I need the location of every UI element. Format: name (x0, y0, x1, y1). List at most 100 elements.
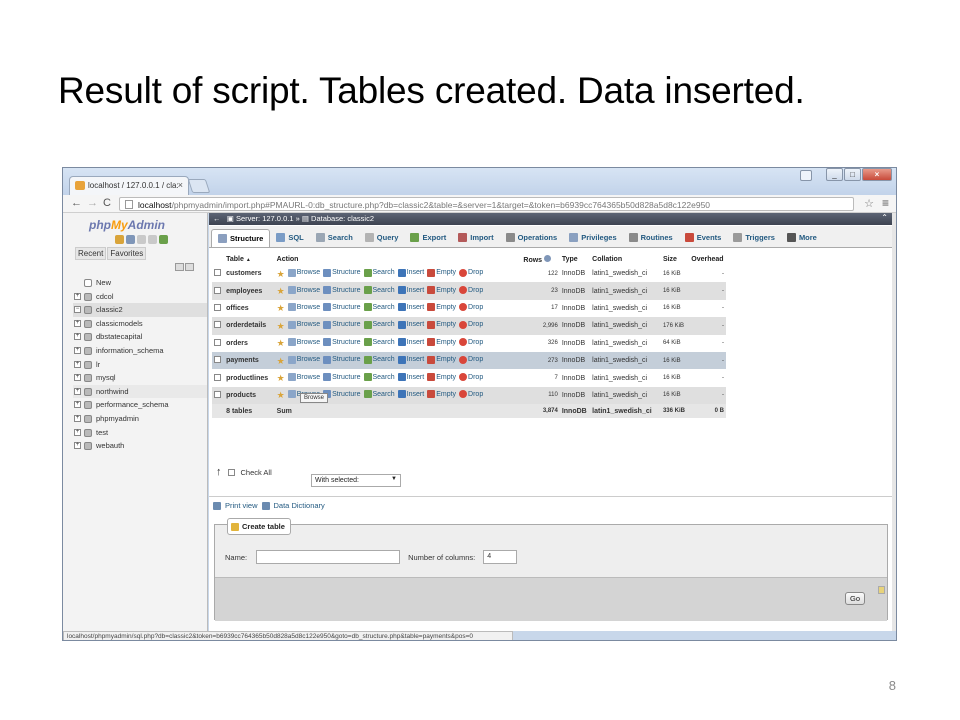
browse-action[interactable]: Browse (287, 303, 320, 312)
structure-action[interactable]: Structure (323, 373, 361, 382)
print-view-link[interactable]: Print view (225, 501, 258, 510)
table-size[interactable]: 64 KiB (660, 334, 690, 352)
search-action[interactable]: Search (363, 355, 395, 364)
database-name[interactable]: classic2 (96, 305, 123, 314)
database-item[interactable]: + cdcol (73, 290, 207, 304)
insert-action[interactable]: Insert (397, 390, 424, 399)
table-size[interactable]: 16 KiB (660, 265, 690, 283)
drop-action[interactable]: Drop (459, 355, 483, 364)
empty-action[interactable]: Empty (427, 303, 456, 312)
search-action[interactable]: Search (363, 320, 395, 329)
structure-action[interactable]: Structure (323, 286, 361, 295)
breadcrumb-server[interactable]: Server: 127.0.0.1 (236, 214, 294, 223)
expand-icon[interactable]: + (74, 401, 81, 409)
logout-icon[interactable] (126, 235, 135, 244)
database-name[interactable]: test (96, 428, 108, 437)
drop-action[interactable]: Drop (459, 373, 483, 382)
check-all-label[interactable]: Check All (241, 468, 272, 477)
favorite-star-icon[interactable]: ★ (277, 339, 285, 348)
expand-icon[interactable]: + (74, 442, 81, 450)
expand-icon[interactable]: + (74, 414, 81, 422)
table-size[interactable]: 16 KiB (660, 369, 690, 387)
tab-routines[interactable]: Routines (623, 229, 679, 247)
drop-action[interactable]: Drop (459, 268, 483, 277)
database-item[interactable]: − classic2 (73, 303, 207, 317)
tab-close-icon[interactable]: × (178, 180, 183, 190)
database-item[interactable]: + dbstatecapital (73, 330, 207, 344)
reload-navigation-icon[interactable] (159, 235, 168, 244)
breadcrumb-database[interactable]: Database: classic2 (311, 214, 374, 223)
database-name[interactable]: performance_schema (96, 400, 169, 409)
tab-structure[interactable]: Structure (211, 229, 271, 247)
number-of-columns-input[interactable]: 4 (483, 550, 518, 564)
database-name[interactable]: mysql (96, 373, 116, 382)
row-checkbox[interactable] (214, 303, 221, 311)
database-item[interactable]: + phpmyadmin (73, 412, 207, 426)
favorites-tab[interactable]: Favorites (107, 247, 147, 260)
table-size[interactable]: 16 KiB (660, 386, 690, 405)
new-tab-button[interactable] (187, 179, 211, 193)
drop-action[interactable]: Drop (459, 320, 483, 329)
empty-action[interactable]: Empty (427, 373, 456, 382)
console-toggle-icon[interactable] (878, 586, 885, 594)
expand-icon[interactable]: + (74, 374, 81, 382)
browse-action[interactable]: Browse (287, 286, 320, 295)
search-action[interactable]: Search (363, 373, 395, 382)
search-action[interactable]: Search (363, 338, 395, 347)
favorite-star-icon[interactable]: ★ (277, 321, 285, 330)
insert-action[interactable]: Insert (397, 268, 424, 277)
favorite-star-icon[interactable]: ★ (277, 287, 285, 296)
tab-query[interactable]: Query (359, 229, 405, 247)
table-name[interactable]: productlines (224, 369, 275, 387)
table-name[interactable]: products (224, 386, 275, 405)
browser-tab[interactable]: localhost / 127.0.0.1 / cla: × (69, 176, 189, 195)
search-action[interactable]: Search (363, 268, 395, 277)
expand-icon[interactable]: + (74, 346, 81, 354)
expand-icon[interactable]: + (74, 292, 81, 300)
home-icon[interactable] (115, 235, 124, 244)
tab-more[interactable]: More (781, 229, 823, 247)
expand-icon[interactable]: + (74, 387, 81, 395)
database-item[interactable]: + classicmodels (73, 317, 207, 331)
arrow-left-icon[interactable]: ← (213, 214, 221, 223)
search-action[interactable]: Search (363, 286, 395, 295)
table-size[interactable]: 16 KiB (660, 299, 690, 318)
table-name[interactable]: employees (224, 282, 275, 300)
database-item[interactable]: + lr (73, 358, 207, 372)
main-scrollbar[interactable] (892, 213, 896, 631)
row-checkbox[interactable] (214, 390, 221, 398)
address-bar[interactable]: localhost/phpmyadmin/import.php#PMAURL-0… (119, 197, 854, 211)
row-checkbox[interactable] (214, 321, 221, 329)
database-item[interactable]: + webauth (73, 439, 207, 453)
database-item[interactable]: + mysql (73, 371, 207, 385)
structure-action[interactable]: Structure (323, 268, 361, 277)
tab-export[interactable]: Export (404, 229, 452, 247)
table-size[interactable]: 16 KiB (660, 351, 690, 370)
database-item[interactable]: + northwind (73, 384, 207, 399)
database-item[interactable]: New (73, 276, 207, 290)
favorite-star-icon[interactable]: ★ (277, 269, 285, 278)
insert-action[interactable]: Insert (397, 355, 424, 364)
empty-action[interactable]: Empty (427, 268, 456, 277)
expand-icon[interactable]: + (74, 333, 81, 341)
drop-action[interactable]: Drop (459, 338, 483, 347)
tab-triggers[interactable]: Triggers (727, 229, 781, 247)
forward-arrow-icon[interactable]: → (87, 197, 98, 209)
window-close-button[interactable]: × (862, 168, 892, 181)
database-name[interactable]: dbstatecapital (96, 332, 142, 341)
settings-icon[interactable] (148, 235, 157, 244)
drop-action[interactable]: Drop (459, 390, 483, 399)
structure-action[interactable]: Structure (323, 390, 361, 399)
table-size[interactable]: 176 KiB (660, 317, 690, 335)
table-name[interactable]: payments (224, 351, 275, 370)
header-rows[interactable]: Rows (521, 253, 559, 265)
phpmyadmin-logo[interactable]: phpMyAdmin (89, 218, 165, 232)
expand-icon[interactable]: + (74, 360, 81, 368)
header-table[interactable]: Table ▲ (224, 253, 275, 265)
favorite-star-icon[interactable]: ★ (277, 391, 285, 400)
browse-action[interactable]: Browse (287, 268, 320, 277)
structure-action[interactable]: Structure (323, 303, 361, 312)
favorite-star-icon[interactable]: ★ (277, 356, 285, 365)
empty-action[interactable]: Empty (427, 286, 456, 295)
browse-action[interactable]: Browse (287, 373, 320, 382)
